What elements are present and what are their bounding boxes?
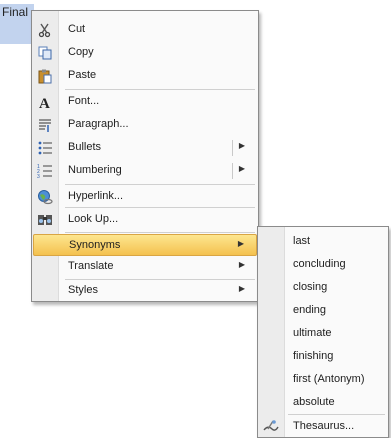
split-divider — [232, 140, 233, 156]
menu-separator — [288, 414, 385, 415]
synonym-label: concluding — [293, 258, 346, 270]
menu-item-label: Styles — [68, 284, 98, 296]
submenu-arrow-icon: ▶ — [238, 284, 245, 293]
menu-item-paste[interactable]: Paste — [33, 65, 257, 87]
menu-item-translate[interactable]: Translate ▶ — [33, 256, 257, 278]
paragraph-icon — [37, 117, 53, 133]
synonym-label: ultimate — [293, 327, 332, 339]
svg-text:A: A — [39, 96, 50, 110]
font-icon: A — [37, 94, 53, 110]
synonyms-submenu: last concluding closing ending ultimate … — [257, 226, 389, 438]
thesaurus-icon — [263, 419, 279, 435]
numbering-icon: 123 — [37, 163, 53, 179]
synonym-label: finishing — [293, 350, 334, 362]
menu-item-label: Paste — [68, 69, 97, 81]
menu-item-copy[interactable]: Copy — [33, 42, 257, 64]
menu-item-label: Copy — [68, 46, 94, 58]
menu-item-numbering[interactable]: 123 Numbering ▶ — [33, 160, 257, 182]
scissors-icon — [37, 22, 53, 38]
menu-item-label: Translate — [68, 260, 114, 272]
menu-item-synonyms[interactable]: Synonyms ▶ — [33, 234, 257, 256]
submenu-arrow-icon: ▶ — [238, 260, 245, 269]
menu-item-bullets[interactable]: Bullets ▶ — [33, 137, 257, 159]
hyperlink-icon — [37, 189, 53, 205]
synonym-item[interactable]: first (Antonym) — [259, 369, 387, 391]
menu-item-hyperlink[interactable]: Hyperlink... — [33, 186, 257, 208]
split-divider — [232, 163, 233, 179]
menu-item-cut[interactable]: Cut — [33, 19, 257, 41]
context-menu: Cut Copy Paste A Font... Paragraph... Bu… — [31, 10, 259, 302]
bullets-icon — [37, 140, 53, 156]
menu-item-font[interactable]: A Font... — [33, 91, 257, 113]
research-icon — [37, 212, 53, 228]
svg-text:3: 3 — [37, 174, 40, 179]
menu-item-label: Bullets — [68, 141, 102, 153]
menu-separator — [65, 184, 255, 185]
clipboard-icon — [37, 68, 53, 84]
menu-separator — [65, 207, 255, 208]
synonym-label: ending — [293, 304, 327, 316]
synonym-item[interactable]: ultimate — [259, 323, 387, 345]
synonym-label: first (Antonym) — [293, 373, 365, 385]
menu-item-label: Numbering — [68, 164, 122, 176]
submenu-arrow-icon: ▶ — [238, 164, 245, 173]
synonym-label: absolute — [293, 396, 335, 408]
synonym-item[interactable]: last — [259, 231, 387, 253]
synonym-label: closing — [293, 281, 328, 293]
menu-item-label: Thesaurus... — [293, 420, 355, 432]
submenu-arrow-icon: ▶ — [237, 239, 244, 248]
menu-item-thesaurus[interactable]: Thesaurus... — [259, 416, 387, 438]
synonym-item[interactable]: closing — [259, 277, 387, 299]
synonym-item[interactable]: ending — [259, 300, 387, 322]
synonym-item[interactable]: concluding — [259, 254, 387, 276]
synonym-item[interactable]: absolute — [259, 392, 387, 414]
menu-item-label: Cut — [68, 23, 86, 35]
menu-item-styles[interactable]: Styles ▶ — [33, 280, 257, 302]
menu-separator — [65, 89, 255, 90]
menu-item-look-up[interactable]: Look Up... — [33, 209, 257, 231]
menu-separator — [65, 232, 255, 233]
synonym-item[interactable]: finishing — [259, 346, 387, 368]
selected-word[interactable]: Final — [0, 4, 34, 44]
menu-item-label: Paragraph... — [68, 118, 129, 130]
menu-item-label: Look Up... — [68, 213, 119, 225]
synonym-label: last — [293, 235, 311, 247]
submenu-arrow-icon: ▶ — [238, 141, 245, 150]
copy-icon — [37, 45, 53, 61]
menu-item-label: Font... — [68, 95, 100, 107]
menu-item-paragraph[interactable]: Paragraph... — [33, 114, 257, 136]
menu-item-label: Synonyms — [69, 239, 121, 251]
menu-item-label: Hyperlink... — [68, 190, 124, 202]
